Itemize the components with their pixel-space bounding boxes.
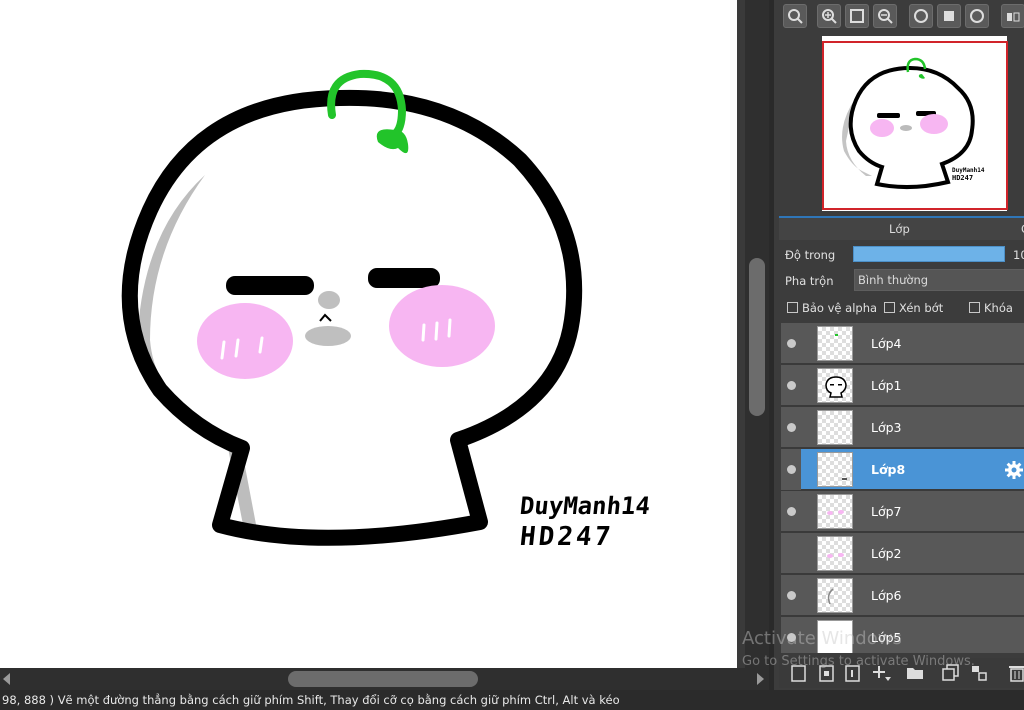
layer-row[interactable]: Lớp2 xyxy=(781,533,1024,574)
visibility-eye-icon[interactable] xyxy=(787,507,796,516)
zoom-in-icon[interactable] xyxy=(817,4,841,28)
layer-settings-gear-icon[interactable] xyxy=(1004,460,1024,480)
layer-row[interactable]: Lớp3 xyxy=(781,407,1024,448)
blend-mode-select[interactable]: Bình thường xyxy=(854,269,1024,291)
visibility-eye-icon[interactable] xyxy=(787,591,796,600)
lock-label: Khóa xyxy=(984,301,1013,315)
layer-thumbnail xyxy=(817,326,853,361)
blend-row: Pha trộn Bình thường xyxy=(779,268,1024,292)
rotate-left-icon[interactable] xyxy=(909,4,933,28)
navigator-view-frame[interactable] xyxy=(822,41,1008,210)
mouth-mark xyxy=(319,313,332,322)
right-eye xyxy=(368,268,440,288)
head-outline xyxy=(121,89,583,546)
flip-icon[interactable] xyxy=(1001,4,1024,28)
horizontal-scroll-thumb[interactable] xyxy=(288,671,478,687)
clipping-checkbox[interactable]: Xén bớt xyxy=(884,300,943,316)
layer-thumbnail xyxy=(817,494,853,529)
activate-windows-hint: Go to Settings to activate Windows. xyxy=(742,654,975,669)
mouth xyxy=(305,326,351,346)
zoom-fit-icon[interactable] xyxy=(783,4,807,28)
right-blush xyxy=(389,285,495,367)
layer-row-selected[interactable]: Lớp8 xyxy=(781,449,1024,490)
checkbox-box[interactable] xyxy=(884,302,895,313)
tab-layer[interactable]: Lớp xyxy=(889,222,910,236)
visibility-eye-icon[interactable] xyxy=(787,381,796,390)
right-panel: DuyManh14 HD247 Lớp Cọ Độ trong 100 Pha … xyxy=(769,0,1024,690)
zoom-out-icon[interactable] xyxy=(873,4,897,28)
scroll-left-arrow-icon[interactable] xyxy=(3,673,10,685)
signature-line-1: DuyManh14 xyxy=(518,492,652,520)
actual-size-icon[interactable] xyxy=(937,4,961,28)
layers-list: Lớp4 Lớp1 Lớp3 Lớp8 Lớp7 Lớp2 Lớp6 Lớp5 xyxy=(781,323,1024,653)
layer-thumbnail xyxy=(817,368,853,403)
opacity-row: Độ trong 100 xyxy=(779,242,1024,266)
blend-label: Pha trộn xyxy=(785,274,834,288)
activate-windows-watermark: Activate Windows xyxy=(742,628,902,649)
rotate-right-icon[interactable] xyxy=(965,4,989,28)
sprout-leaf xyxy=(376,129,409,154)
layer-name: Lớp8 xyxy=(871,462,906,477)
layer-name: Lớp2 xyxy=(871,546,902,561)
layer-name: Lớp6 xyxy=(871,588,902,603)
layer-thumbnail xyxy=(817,536,853,571)
visibility-eye-icon[interactable] xyxy=(787,339,796,348)
canvas-gutter xyxy=(737,0,745,668)
visibility-eye-icon[interactable] xyxy=(787,465,796,474)
status-bar: 98, 888 ) Vẽ một đường thẳng bằng cách g… xyxy=(0,690,1024,710)
layer-options: Bảo vệ alpha Xén bớt Khóa xyxy=(779,298,1024,318)
layer-name: Lớp3 xyxy=(871,420,902,435)
delete-layer-trash-icon[interactable] xyxy=(1007,663,1024,683)
signature-line-2: HD247 xyxy=(518,522,615,552)
navigator-toolbar xyxy=(779,4,1024,32)
drawing-canvas[interactable]: DuyManh14 HD247 xyxy=(0,0,737,668)
opacity-label: Độ trong xyxy=(785,248,836,262)
vertical-scroll-thumb[interactable] xyxy=(749,258,765,416)
layer-thumbnail xyxy=(817,410,853,445)
clipping-label: Xén bớt xyxy=(899,301,944,315)
lock-checkbox[interactable]: Khóa xyxy=(969,300,1013,316)
canvas-drawing xyxy=(121,69,583,546)
layer-thumbnail xyxy=(817,578,853,613)
opacity-value: 100 xyxy=(1013,248,1024,262)
layer-row[interactable]: Lớp7 xyxy=(781,491,1024,532)
layer-name: Lớp1 xyxy=(871,378,902,393)
left-eye xyxy=(226,276,314,295)
nose xyxy=(318,291,340,309)
layer-name: Lớp7 xyxy=(871,504,902,519)
checkbox-box[interactable] xyxy=(969,302,980,313)
protect-alpha-label: Bảo vệ alpha xyxy=(802,301,878,315)
fit-screen-icon[interactable] xyxy=(845,4,869,28)
paint-app-window: DuyManh14 HD247 DuyManh14 HD247 Lớp Độ t… xyxy=(0,0,1024,710)
layer-row[interactable]: Lớp6 xyxy=(781,575,1024,616)
left-blush xyxy=(197,303,293,379)
vertical-scrollbar[interactable] xyxy=(745,0,769,668)
protect-alpha-checkbox[interactable]: Bảo vệ alpha xyxy=(787,300,877,316)
layer-panel-header: Lớp Cọ xyxy=(779,216,1024,240)
layer-thumbnail xyxy=(817,452,853,487)
layer-row[interactable]: Lớp4 xyxy=(781,323,1024,364)
visibility-eye-icon[interactable] xyxy=(787,423,796,432)
opacity-slider[interactable] xyxy=(853,246,1005,262)
checkbox-box[interactable] xyxy=(787,302,798,313)
horizontal-scrollbar[interactable] xyxy=(0,668,769,690)
layer-row[interactable]: Lớp1 xyxy=(781,365,1024,406)
layer-name: Lớp4 xyxy=(871,336,902,351)
scroll-right-arrow-icon[interactable] xyxy=(757,673,764,685)
